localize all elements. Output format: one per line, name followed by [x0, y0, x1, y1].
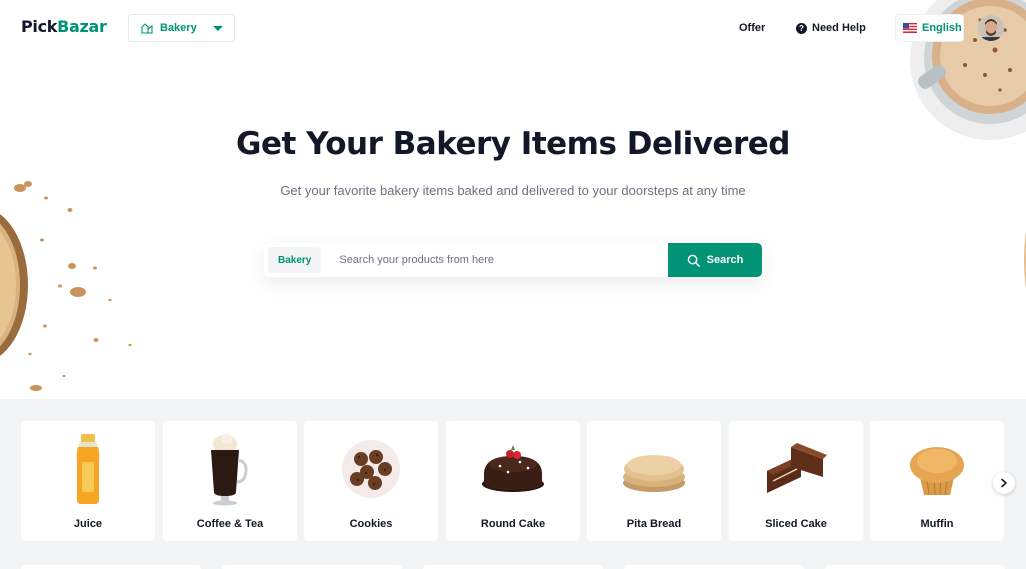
logo-text-accent: Bazar — [57, 17, 107, 36]
search-bar: Bakery Search — [264, 243, 762, 277]
product-card-peek — [222, 565, 402, 569]
category-label: Coffee & Tea — [196, 518, 264, 530]
avatar-image — [978, 15, 1004, 41]
slider-next-button[interactable] — [993, 472, 1015, 494]
category-card-muffin[interactable]: Muffin — [870, 421, 1004, 541]
category-label: Sliced Cake — [765, 518, 827, 530]
product-card-peek — [624, 565, 804, 569]
juice-icon — [76, 434, 100, 504]
question-icon: ? — [796, 22, 807, 34]
nav-help-label: Need Help — [812, 22, 866, 34]
category-slider: Juice Coffee & Tea Cookies Round Cake Pi… — [0, 399, 1026, 569]
category-dropdown[interactable]: Bakery — [128, 14, 235, 42]
product-card-peek — [21, 565, 201, 569]
cookies-icon — [342, 440, 400, 498]
category-card-sliced-cake[interactable]: Sliced Cake — [729, 421, 863, 541]
logo[interactable]: PickBazar — [21, 17, 107, 36]
category-label: Pita Bread — [626, 518, 682, 530]
logo-text: Pick — [21, 17, 58, 36]
hero-title: Get Your Bakery Items Delivered — [236, 126, 790, 162]
product-card-peek — [825, 565, 1005, 569]
language-selector[interactable]: English — [895, 14, 964, 42]
caret-down-icon — [213, 26, 223, 31]
language-label: English — [922, 22, 962, 34]
search-category-chip[interactable]: Bakery — [268, 247, 322, 273]
muffin-icon — [910, 447, 964, 496]
hero-section: Get Your Bakery Items Delivered Get your… — [0, 0, 1026, 399]
user-avatar[interactable] — [978, 15, 1004, 41]
hero-subtitle: Get your favorite bakery items baked and… — [280, 183, 746, 198]
pita-bread-icon — [623, 455, 685, 492]
category-label: Muffin — [920, 518, 954, 530]
category-label: Cookies — [349, 518, 393, 530]
bakery-icon — [141, 23, 153, 34]
coffee-icon — [211, 434, 248, 506]
nav-offer-link[interactable]: Offer — [739, 22, 765, 34]
sliced-cake-icon — [767, 443, 827, 493]
bread-decoration-right — [1024, 231, 1026, 289]
search-button[interactable]: Search — [668, 243, 762, 277]
round-cake-icon — [482, 445, 544, 492]
search-icon — [687, 254, 700, 267]
category-card-round-cake[interactable]: Round Cake — [446, 421, 580, 541]
bread-decoration — [0, 214, 28, 356]
search-button-label: Search — [706, 254, 744, 266]
us-flag-icon — [903, 23, 917, 33]
category-card-cookies[interactable]: Cookies — [304, 421, 438, 541]
product-card-peek — [423, 565, 603, 569]
nav-help-link[interactable]: ? Need Help — [796, 22, 866, 34]
category-card-juice[interactable]: Juice — [21, 421, 155, 541]
category-label: Juice — [73, 518, 103, 530]
category-card-pita-bread[interactable]: Pita Bread — [587, 421, 721, 541]
category-label: Round Cake — [480, 518, 546, 530]
chevron-right-icon — [1001, 478, 1007, 488]
top-header: PickBazar Bakery Offer ? Need Help Engli… — [0, 0, 1026, 56]
category-dropdown-label: Bakery — [160, 22, 197, 34]
search-input[interactable] — [321, 243, 668, 277]
category-card-coffee-tea[interactable]: Coffee & Tea — [163, 421, 297, 541]
